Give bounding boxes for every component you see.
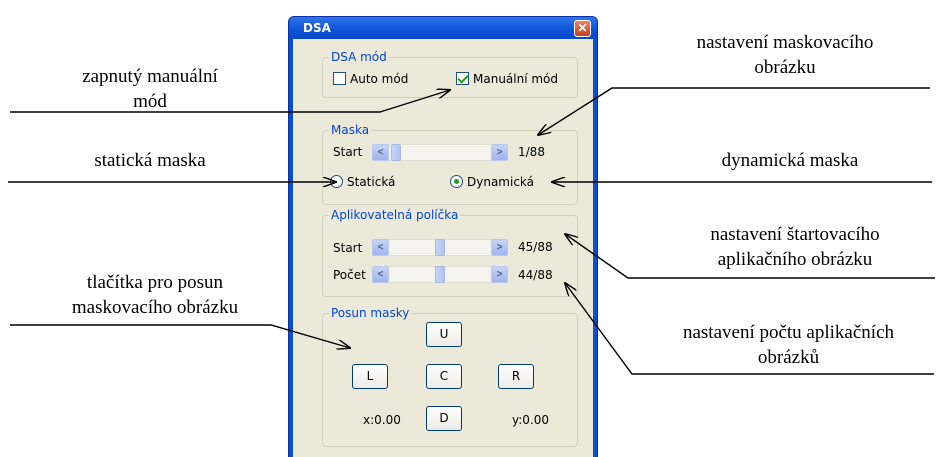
frames-count-value: 44/88 — [518, 268, 553, 282]
shift-up-button[interactable]: U — [426, 322, 462, 347]
dsa-mode-legend: DSA mód — [329, 50, 389, 64]
annotation-line: nastavení štartovacího — [710, 224, 880, 245]
annotation-line: obrázků — [757, 347, 820, 368]
annotation-static-mask: statická maska — [40, 148, 260, 173]
shift-legend: Posun masky — [329, 306, 412, 320]
auto-mode-label[interactable]: Auto mód — [350, 72, 408, 86]
annotation-line: tlačítka pro posun — [86, 272, 224, 293]
frames-legend: Aplikovatelná políčka — [329, 208, 461, 222]
scroll-right-icon[interactable]: > — [491, 239, 508, 256]
annotation-line: mód — [133, 91, 167, 112]
annotation-line: maskovacího obrázku — [71, 297, 239, 318]
frames-group: Aplikovatelná políčka Start < > 45/88 Po… — [322, 208, 578, 297]
mask-start-label: Start — [333, 145, 363, 159]
frames-start-value: 45/88 — [518, 240, 553, 254]
annotation-shift-buttons: tlačítka pro posun maskovacího obrázku — [20, 270, 290, 320]
scrollbar-thumb[interactable] — [435, 266, 445, 283]
shift-down-button[interactable]: D — [426, 406, 462, 431]
shift-center-button[interactable]: C — [426, 364, 462, 389]
scroll-left-icon[interactable]: < — [372, 144, 389, 161]
annotation-line: nastavení počtu aplikačních — [682, 322, 895, 343]
window-client: DSA mód Auto mód Manuální mód Maska Star… — [293, 39, 593, 457]
annotation-line: zapnutý manuální — [82, 66, 218, 87]
manual-mode-checkbox[interactable] — [456, 72, 469, 85]
mask-start-scrollbar[interactable]: < > — [372, 144, 508, 161]
scrollbar-thumb[interactable] — [435, 239, 445, 256]
scroll-left-icon[interactable]: < — [372, 239, 389, 256]
frames-count-scrollbar[interactable]: < > — [372, 266, 508, 283]
shift-left-button[interactable]: L — [352, 364, 388, 389]
annotation-count-setting: nastavení počtu aplikačních obrázků — [640, 320, 937, 370]
shift-x-value: x:0.00 — [363, 413, 401, 427]
dynamic-radio[interactable] — [450, 175, 463, 188]
scroll-right-icon[interactable]: > — [491, 266, 508, 283]
window-title: DSA — [303, 21, 331, 35]
dsa-window: DSA ✕ DSA mód Auto mód Manuální mód Mask… — [288, 16, 598, 457]
static-radio[interactable] — [330, 175, 343, 188]
mask-start-value: 1/88 — [518, 145, 545, 159]
dynamic-label[interactable]: Dynamická — [467, 175, 534, 189]
annotation-line: aplikačního obrázku — [717, 249, 873, 270]
static-label[interactable]: Statická — [347, 175, 395, 189]
mask-legend: Maska — [329, 123, 372, 137]
annotation-line: nastavení maskovacího — [696, 32, 874, 53]
annotation-mask-setting: nastavení maskovacího obrázku — [655, 30, 915, 80]
frames-count-label: Počet — [333, 268, 366, 282]
shift-group: Posun masky U L C R x:0.00 D y:0.00 — [322, 306, 578, 447]
frames-start-label: Start — [333, 241, 363, 255]
dsa-mode-group: DSA mód Auto mód Manuální mód — [322, 50, 578, 98]
scroll-left-icon[interactable]: < — [372, 266, 389, 283]
mask-group: Maska Start < > 1/88 Statická Dynamická — [322, 123, 578, 205]
auto-mode-checkbox[interactable] — [333, 72, 346, 85]
annotation-manual-mode: zapnutý manuální mód — [40, 64, 260, 114]
close-icon[interactable]: ✕ — [574, 20, 591, 37]
shift-right-button[interactable]: R — [498, 364, 534, 389]
shift-y-value: y:0.00 — [512, 413, 549, 427]
scrollbar-thumb[interactable] — [391, 144, 401, 161]
annotation-line: statická maska — [94, 150, 206, 171]
title-bar[interactable]: DSA ✕ — [289, 17, 597, 39]
manual-mode-label[interactable]: Manuální mód — [473, 72, 558, 86]
frames-start-scrollbar[interactable]: < > — [372, 239, 508, 256]
annotation-start-setting: nastavení štartovacího aplikačního obráz… — [670, 222, 920, 272]
annotation-line: obrázku — [754, 57, 816, 78]
annotation-dynamic-mask: dynamická maska — [680, 148, 900, 173]
annotation-line: dynamická maska — [721, 150, 859, 171]
scroll-right-icon[interactable]: > — [491, 144, 508, 161]
